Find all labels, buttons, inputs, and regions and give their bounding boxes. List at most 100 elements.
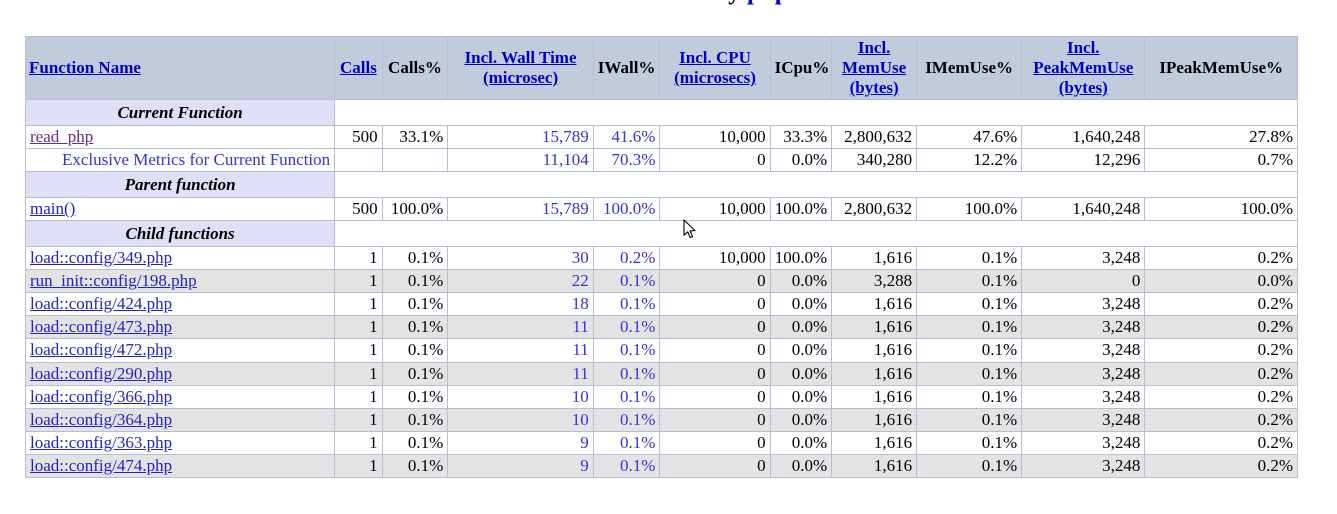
function-name-cell[interactable]: load::config/474.php bbox=[24, 453, 336, 478]
function-name-link[interactable]: load::config/474.php bbox=[30, 456, 172, 475]
function-name-link[interactable]: main() bbox=[30, 199, 75, 218]
cell-icpu: 10,000 bbox=[659, 246, 771, 271]
profiler-table-header: Function Name Calls Calls% Incl. Wall Time(… bbox=[24, 35, 1298, 101]
function-name-cell[interactable]: load::config/364.php bbox=[24, 407, 336, 432]
cell-iwall: 11 bbox=[447, 315, 594, 340]
cell-icpupct: 100.0% bbox=[769, 197, 833, 222]
column-header-text: (microsec) bbox=[482, 68, 559, 88]
table-row: load::config/363.php 1 0.1% 9 0.1% 0 0.0% 1,616… bbox=[24, 430, 1298, 455]
function-name-cell[interactable]: run_init::config/198.php bbox=[24, 269, 336, 294]
cell-iwallpct: 0.1% bbox=[592, 430, 661, 455]
column-header-link-imem[interactable]: Incl. MemUse (bytes) bbox=[842, 38, 906, 97]
table-row: main() 500 100.0% 15,789 100.0% 10,000 100.0% 2… bbox=[24, 197, 1298, 222]
function-name-link[interactable]: load::config/473.php bbox=[30, 317, 172, 336]
cell-ipeakpct: 0.0% bbox=[1144, 269, 1298, 294]
column-header-ipeakpct: IPeakMemUse% bbox=[1144, 35, 1298, 101]
column-header-text: (bytes) bbox=[849, 78, 899, 98]
column-header-text: Function Name bbox=[29, 58, 141, 78]
cell-imem: 1,616 bbox=[831, 384, 918, 409]
column-header-link-ipeak[interactable]: Incl. PeakMemUse (bytes) bbox=[1033, 38, 1133, 97]
function-name-link[interactable]: load::config/290.php bbox=[30, 364, 172, 383]
cell-icpu: 0 bbox=[659, 148, 771, 173]
cell-ipeak: 3,248 bbox=[1021, 430, 1146, 455]
metric-value: 70.3% bbox=[611, 150, 656, 170]
cell-icpu: 0 bbox=[659, 315, 771, 340]
column-header-text: IMemUse% bbox=[925, 58, 1013, 78]
page-title-cutoff: Overall Summary php bbox=[0, 0, 1337, 6]
section-title: Child functions bbox=[24, 220, 336, 248]
cell-imem: 3,288 bbox=[831, 269, 918, 294]
column-header-icpu[interactable]: Incl. CPU (microsecs) bbox=[659, 35, 771, 101]
cell-ipeakpct: 0.2% bbox=[1144, 361, 1298, 386]
function-name-cell[interactable]: load::config/290.php bbox=[24, 361, 336, 386]
table-row: load::config/474.php 1 0.1% 9 0.1% 0 0.0% 1,616… bbox=[24, 453, 1298, 478]
function-name-link[interactable]: read_php bbox=[30, 127, 93, 146]
column-header-callspct: Calls% bbox=[381, 35, 449, 101]
cell-imempct: 0.1% bbox=[916, 384, 1023, 409]
column-header-calls[interactable]: Calls bbox=[334, 35, 383, 101]
function-name-cell[interactable]: load::config/366.php bbox=[24, 384, 336, 409]
function-name-cell[interactable]: main() bbox=[24, 197, 336, 222]
function-name-cell[interactable]: load::config/349.php bbox=[24, 246, 336, 271]
metric-value: 30 bbox=[571, 248, 589, 268]
cell-calls: 1 bbox=[334, 292, 383, 317]
column-header-link-icpu[interactable]: Incl. CPU (microsecs) bbox=[674, 48, 756, 87]
section-header-row-parent-function: Parent function bbox=[24, 171, 1298, 199]
function-name-link[interactable]: load::config/349.php bbox=[30, 248, 172, 267]
column-header-text: MemUse bbox=[842, 58, 907, 78]
function-name-cell[interactable]: load::config/363.php bbox=[24, 430, 336, 455]
column-header-iwall[interactable]: Incl. Wall Time (microsec) bbox=[447, 35, 594, 101]
function-name-link[interactable]: load::config/366.php bbox=[30, 387, 172, 406]
cell-imem: 1,616 bbox=[831, 453, 918, 478]
function-name-link[interactable]: load::config/363.php bbox=[30, 433, 172, 452]
function-name-cell[interactable]: load::config/424.php bbox=[24, 292, 336, 317]
section-header-filler bbox=[334, 220, 1298, 248]
column-header-link-fname[interactable]: Function Name bbox=[29, 58, 141, 77]
function-name-cell[interactable]: load::config/473.php bbox=[24, 315, 336, 340]
column-header-text: IPeakMemUse% bbox=[1159, 58, 1284, 78]
table-row: read_php 500 33.1% 15,789 41.6% 10,000 33.3% 2,… bbox=[24, 125, 1298, 150]
cell-iwall: 10 bbox=[447, 407, 594, 432]
cell-imem: 1,616 bbox=[831, 430, 918, 455]
column-header-imem[interactable]: Incl. MemUse (bytes) bbox=[831, 35, 918, 101]
cell-calls bbox=[334, 148, 383, 173]
column-header-link-iwall[interactable]: Incl. Wall Time (microsec) bbox=[465, 48, 577, 87]
function-name-link[interactable]: run_init::config/198.php bbox=[30, 271, 197, 290]
function-name-cell[interactable]: load::config/472.php bbox=[24, 338, 336, 363]
section-title: Parent function bbox=[24, 171, 336, 199]
table-row: load::config/366.php 1 0.1% 10 0.1% 0 0.0% 1,61… bbox=[24, 384, 1298, 409]
cell-callspct: 0.1% bbox=[381, 338, 449, 363]
column-header-ipeak[interactable]: Incl. PeakMemUse (bytes) bbox=[1021, 35, 1146, 101]
cell-imem: 1,616 bbox=[831, 246, 918, 271]
column-header-link-calls[interactable]: Calls bbox=[340, 58, 377, 77]
cell-imem: 2,800,632 bbox=[831, 197, 918, 222]
cell-ipeak: 3,248 bbox=[1021, 338, 1146, 363]
function-name-cell[interactable]: read_php bbox=[24, 125, 336, 150]
cell-iwall: 11 bbox=[447, 361, 594, 386]
cell-calls: 1 bbox=[334, 384, 383, 409]
cell-callspct: 0.1% bbox=[381, 292, 449, 317]
cell-icpu: 0 bbox=[659, 384, 771, 409]
table-row: load::config/473.php 1 0.1% 11 0.1% 0 0.0% 1,61… bbox=[24, 315, 1298, 340]
column-header-text: Calls bbox=[339, 58, 377, 78]
cell-imempct: 12.2% bbox=[916, 148, 1023, 173]
function-name-link[interactable]: load::config/472.php bbox=[30, 340, 172, 359]
cell-imempct: 0.1% bbox=[916, 338, 1023, 363]
cell-imempct: 0.1% bbox=[916, 292, 1023, 317]
cell-ipeak: 1,640,248 bbox=[1021, 125, 1146, 150]
cell-iwallpct: 41.6% bbox=[592, 125, 661, 150]
cell-ipeakpct: 0.2% bbox=[1144, 407, 1298, 432]
cell-callspct: 0.1% bbox=[381, 361, 449, 386]
column-header-fname[interactable]: Function Name bbox=[24, 35, 336, 101]
metric-value: 0.1% bbox=[620, 294, 656, 314]
cell-ipeakpct: 0.2% bbox=[1144, 338, 1298, 363]
cell-iwall: 10 bbox=[447, 384, 594, 409]
cell-ipeak: 0 bbox=[1021, 269, 1146, 294]
cell-imem: 1,616 bbox=[831, 361, 918, 386]
cell-imempct: 0.1% bbox=[916, 453, 1023, 478]
metric-value: 15,789 bbox=[542, 199, 589, 219]
function-name-link[interactable]: load::config/424.php bbox=[30, 294, 172, 313]
function-name-link[interactable]: load::config/364.php bbox=[30, 410, 172, 429]
table-row: Exclusive Metrics for Current Function 11… bbox=[24, 148, 1298, 173]
cell-icpu: 0 bbox=[659, 361, 771, 386]
